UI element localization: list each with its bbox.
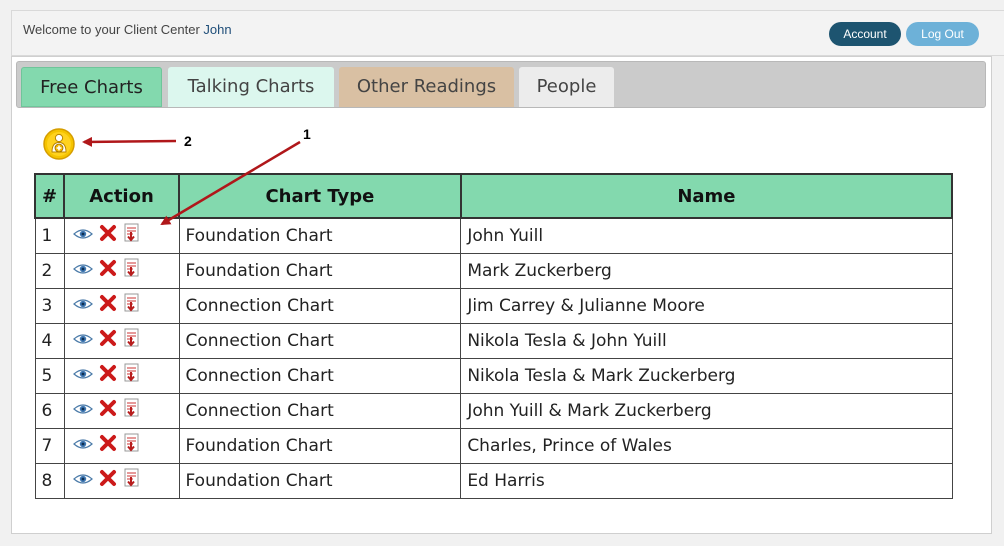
table-row: 2 Foundation Chart Mark Zuckerberg [34,252,953,289]
row-actions [63,427,180,464]
col-chart-type: Chart Type [178,173,462,219]
row-number: 3 [34,287,65,324]
charts-table: # Action Chart Type Name 1 Foundation Cha… [34,173,954,499]
delete-x-icon[interactable] [99,224,117,247]
table-row: 6 Connection Chart John Yuill & Mark Zucke… [34,392,953,429]
tab-talking-charts[interactable]: Talking Charts [168,67,334,107]
row-actions [63,392,180,429]
row-chart-type: Connection Chart [178,287,462,324]
row-number: 6 [34,392,65,429]
table-row: 4 Connection Chart Nikola Tesla & John Yui… [34,322,953,359]
eye-icon[interactable] [72,296,93,316]
row-actions [63,252,180,289]
delete-x-icon[interactable] [99,434,117,457]
row-actions [63,287,180,324]
header-bar: Welcome to your Client Center John Accou… [11,10,1004,56]
row-name: Nikola Tesla & Mark Zuckerberg [460,357,953,394]
delete-x-icon[interactable] [99,259,117,282]
pdf-download-icon[interactable] [123,328,141,353]
eye-icon[interactable] [72,366,93,386]
row-name: Charles, Prince of Wales [460,427,953,464]
delete-x-icon[interactable] [99,294,117,317]
row-number: 7 [34,427,65,464]
welcome-message: Welcome to your Client Center John [23,22,232,37]
table-row: 8 Foundation Chart Ed Harris [34,462,953,499]
client-center-page: Welcome to your Client Center John Accou… [0,0,1004,546]
delete-x-icon[interactable] [99,329,117,352]
table-row: 3 Connection Chart Jim Carrey & Julianne M… [34,287,953,324]
pdf-download-icon[interactable] [123,293,141,318]
eye-icon[interactable] [72,471,93,491]
eye-icon[interactable] [72,226,93,246]
row-number: 2 [34,252,65,289]
row-actions [63,462,180,499]
row-chart-type: Connection Chart [178,392,462,429]
table-row: 7 Foundation Chart Charles, Prince of Wale… [34,427,953,464]
eye-icon[interactable] [72,261,93,281]
row-number: 8 [34,462,65,499]
tab-other-readings[interactable]: Other Readings [339,67,514,107]
delete-x-icon[interactable] [99,399,117,422]
pdf-download-icon[interactable] [123,468,141,493]
row-chart-type: Connection Chart [178,357,462,394]
annotation-label-1: 1 [303,126,311,142]
eye-icon[interactable] [72,436,93,456]
delete-x-icon[interactable] [99,469,117,492]
row-chart-type: Foundation Chart [178,427,462,464]
row-actions [63,217,180,254]
account-button[interactable]: Account [829,22,901,46]
annotation-label-2: 2 [184,133,192,149]
row-chart-type: Foundation Chart [178,252,462,289]
tab-free-charts[interactable]: Free Charts [21,67,162,107]
row-name: John Yuill & Mark Zuckerberg [460,392,953,429]
row-actions [63,322,180,359]
row-chart-type: Foundation Chart [178,462,462,499]
pdf-download-icon[interactable] [123,223,141,248]
user-name: John [203,22,232,37]
tab-bar: Free Charts Talking Charts Other Reading… [16,61,986,108]
pdf-download-icon[interactable] [123,433,141,458]
row-chart-type: Foundation Chart [178,217,462,254]
eye-icon[interactable] [72,401,93,421]
row-name: John Yuill [460,217,953,254]
table-body: 1 Foundation Chart John Yuill 2 Foundation C… [34,217,953,499]
welcome-text: Welcome to your Client Center [23,22,200,37]
eye-icon[interactable] [72,331,93,351]
row-number: 1 [34,217,65,254]
pdf-download-icon[interactable] [123,398,141,423]
row-number: 4 [34,322,65,359]
pdf-download-icon[interactable] [123,258,141,283]
row-actions [63,357,180,394]
col-number: # [34,173,65,219]
row-name: Jim Carrey & Julianne Moore [460,287,953,324]
main-panel: Free Charts Talking Charts Other Reading… [11,56,992,534]
tab-people[interactable]: People [519,67,614,107]
table-row: 1 Foundation Chart John Yuill [34,217,953,254]
row-chart-type: Connection Chart [178,322,462,359]
pdf-download-icon[interactable] [123,363,141,388]
table-row: 5 Connection Chart Nikola Tesla & Mark Zuc… [34,357,953,394]
col-name: Name [459,173,954,219]
delete-x-icon[interactable] [99,364,117,387]
logout-button[interactable]: Log Out [906,22,979,46]
table-header-row: # Action Chart Type Name [34,173,954,219]
row-name: Nikola Tesla & John Yuill [460,322,953,359]
row-number: 5 [34,357,65,394]
row-name: Mark Zuckerberg [460,252,953,289]
add-person-icon[interactable] [43,128,75,160]
row-name: Ed Harris [460,462,953,499]
col-action: Action [63,173,180,219]
